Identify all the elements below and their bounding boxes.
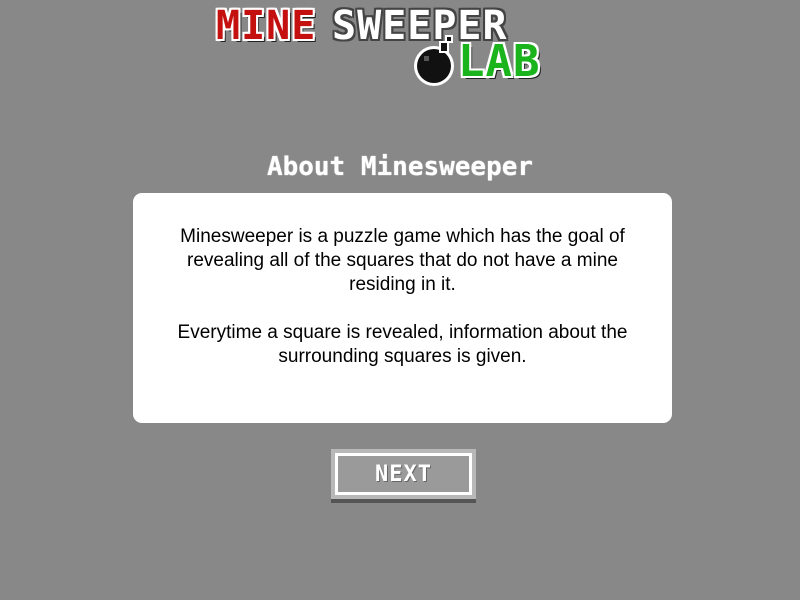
logo-word-mine: Mine — [216, 3, 317, 49]
about-paragraph-goal: Minesweeper is a puzzle game which has t… — [180, 226, 625, 295]
about-screen: Mine sweeper Lab About Minesweeper Mines… — [0, 0, 800, 600]
next-button[interactable]: Next — [331, 449, 476, 503]
about-paragraph-reveal: Everytime a square is revealed, informat… — [177, 322, 628, 367]
page-title: About Minesweeper — [266, 152, 534, 182]
next-button-face[interactable]: Next — [335, 453, 472, 495]
next-button-label: Next — [375, 461, 432, 487]
logo-word-lab: Lab — [458, 36, 541, 87]
about-panel: Minesweeper is a puzzle game which has t… — [133, 193, 672, 423]
minesweeper-lab-logo: Mine sweeper Lab — [214, 4, 594, 92]
